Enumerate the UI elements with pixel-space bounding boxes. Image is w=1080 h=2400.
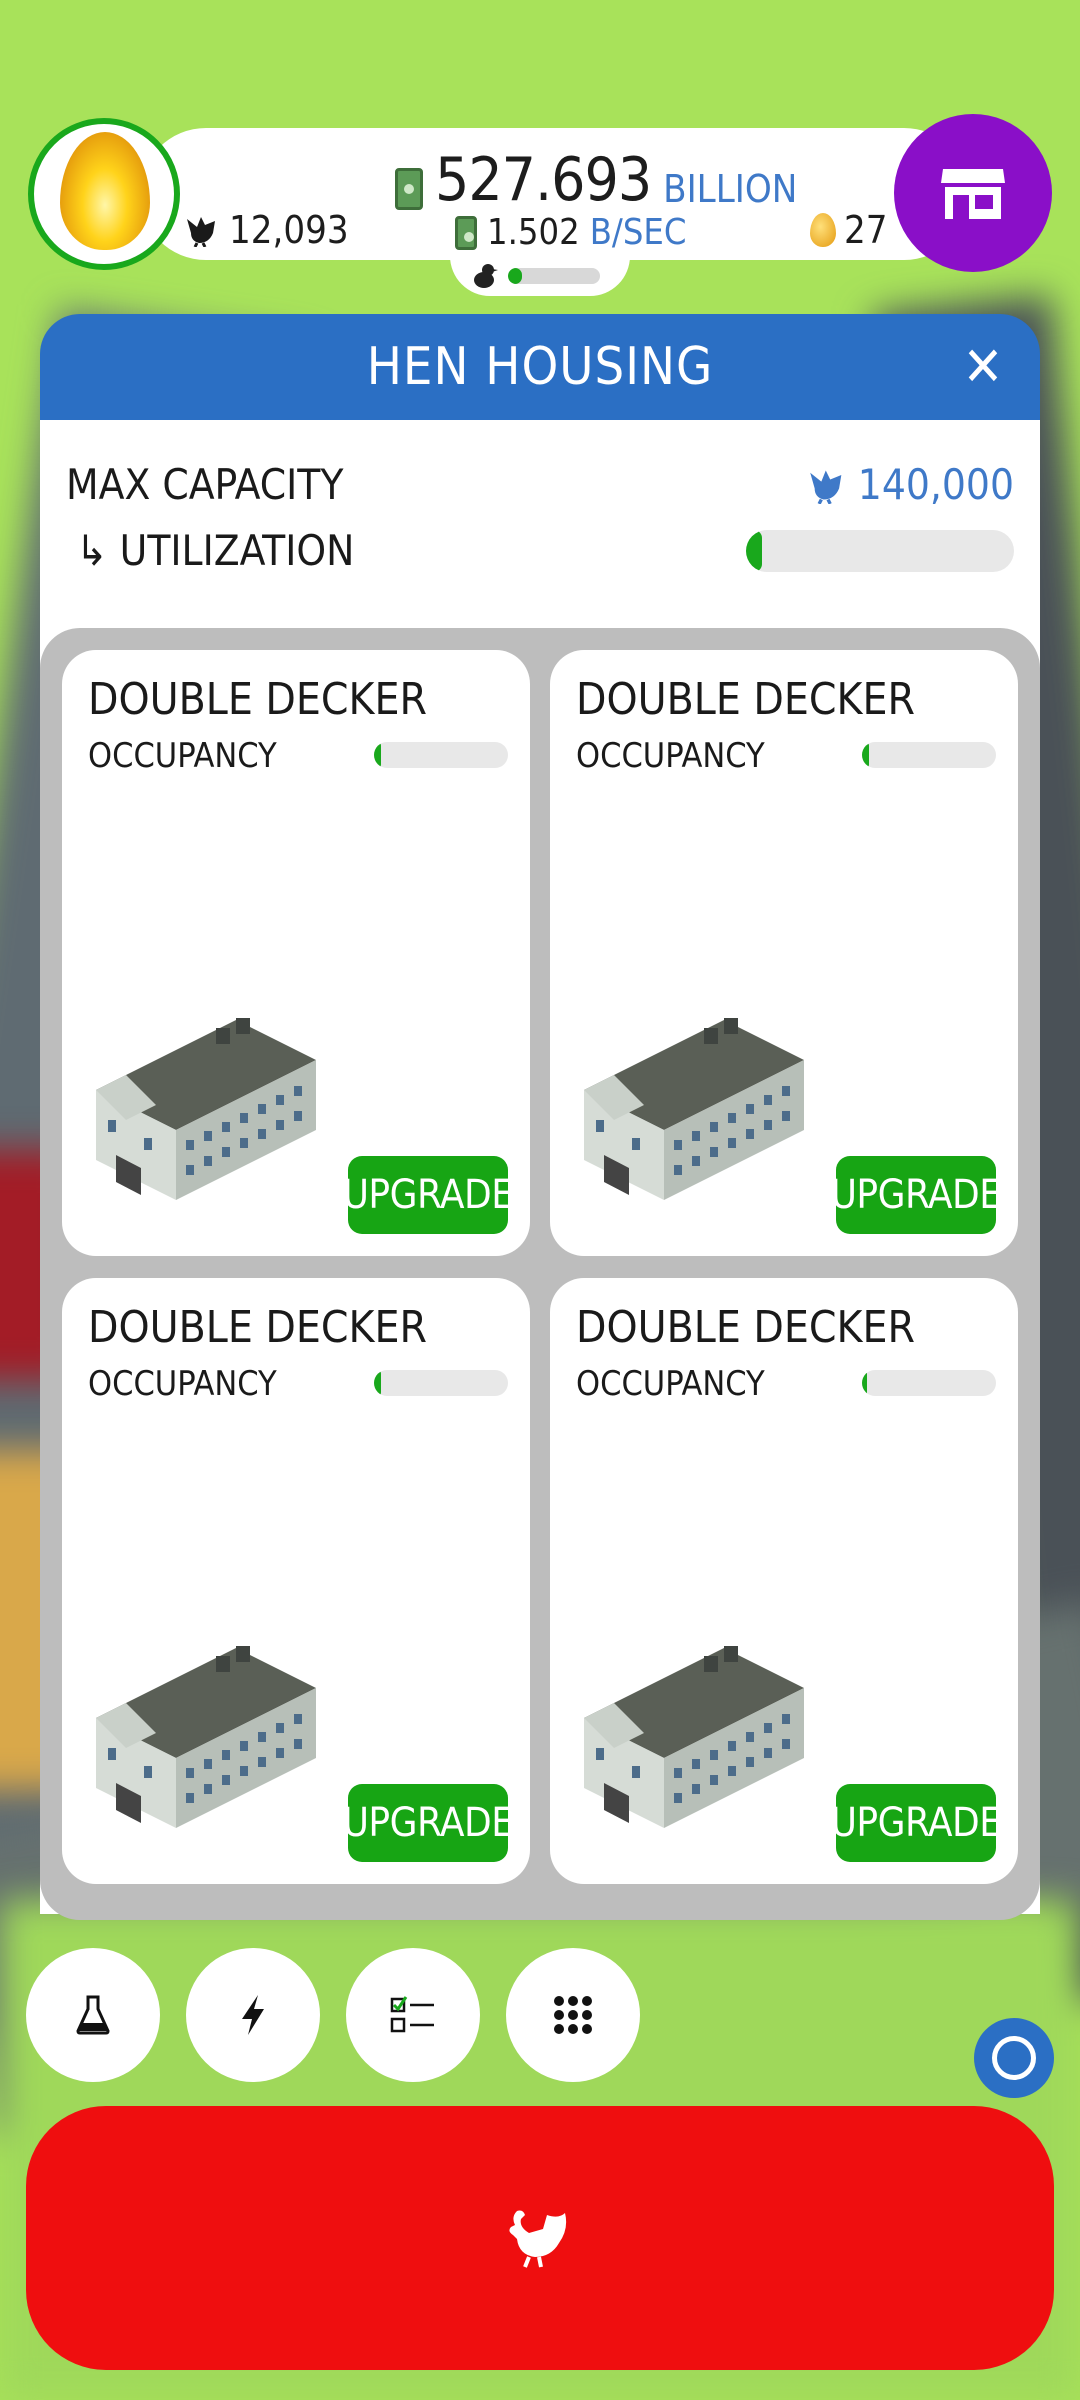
double-decker-building-icon [96,1018,316,1200]
occupancy-bar [374,1370,508,1396]
max-capacity-value: 140,000 [857,460,1014,509]
max-capacity-label: MAX CAPACITY [66,460,344,509]
boost-button[interactable] [186,1948,320,2082]
lightning-icon [242,1995,264,2035]
checklist-icon [390,1996,434,2033]
hatch-chicken-button[interactable] [26,2106,1054,2370]
money-display: 527.693 BILLION [395,140,797,210]
double-decker-building-icon [584,1018,804,1200]
modal-title: HEN HOUSING [366,337,714,397]
close-icon[interactable]: ✕ [956,340,1010,394]
occupancy-bar [862,1370,996,1396]
utilization-bar [746,530,1014,572]
max-capacity: 140,000 [808,460,1014,509]
hatch-progress-bar [508,268,600,284]
camera-toggle-button[interactable] [974,2018,1054,2098]
circle-icon [992,2036,1036,2080]
chicken-icon [810,470,842,504]
occupancy-fill [862,1370,868,1396]
chicken-silhouette-icon [187,217,215,247]
upgrade-button[interactable]: UPGRADE [831,1156,1002,1234]
house-card: DOUBLE DECKER OCCUPANCY UPGRADE [62,1278,530,1884]
double-decker-building-icon [96,1646,316,1828]
research-button[interactable] [26,1948,160,2082]
golden-egg-value: 27 [844,208,888,252]
cash-icon [395,168,423,210]
chicken-count: 12,093 [185,208,349,252]
utilization-label: ↳ UTILIZATION [76,526,355,575]
rate-unit: B/SEC [589,212,687,253]
upgrade-button[interactable]: UPGRADE [343,1784,514,1862]
modal-body: MAX CAPACITY ↳ UTILIZATION 140,000 DOUBL… [40,420,1040,1920]
occupancy-fill [374,1370,381,1396]
upgrade-button[interactable]: UPGRADE [343,1156,514,1234]
grid-menu-icon [554,1996,592,2034]
house-name: DOUBLE DECKER [88,674,428,725]
hen-housing-modal: HEN HOUSING ✕ MAX CAPACITY ↳ UTILIZATION… [40,314,1040,1920]
double-decker-building-icon [584,1646,804,1828]
house-name: DOUBLE DECKER [576,674,916,725]
house-name: DOUBLE DECKER [88,1302,428,1353]
cash-icon [455,215,477,250]
rate-value: 1.502 [487,212,580,253]
hatch-progress-fill [508,268,522,284]
flask-icon [76,1995,110,2035]
occupancy-fill [374,742,381,768]
housing-grid: DOUBLE DECKER OCCUPANCY UPGRADE DOUBLE D… [40,628,1040,1920]
occupancy-bar [374,742,508,768]
occupancy-label: OCCUPANCY [576,736,765,776]
missions-button[interactable] [346,1948,480,2082]
occupancy-label: OCCUPANCY [88,736,277,776]
chicken-count-value: 12,093 [229,208,349,252]
menu-button[interactable] [506,1948,640,2082]
modal-header: HEN HOUSING ✕ [40,314,1040,420]
golden-egg-count: 27 [810,208,888,252]
house-card: DOUBLE DECKER OCCUPANCY UPGRADE [62,650,530,1256]
chicken-icon [509,2210,567,2268]
upgrade-button[interactable]: UPGRADE [831,1784,1002,1862]
chick-icon [472,262,498,297]
money-value: 527.693 [435,145,652,215]
money-unit: BILLION [663,167,798,211]
utilization-fill [746,530,763,572]
house-name: DOUBLE DECKER [576,1302,916,1353]
shop-icon [941,169,1005,219]
golden-egg-icon [810,213,836,247]
shop-button[interactable] [894,114,1052,272]
house-card: DOUBLE DECKER OCCUPANCY UPGRADE [550,1278,1018,1884]
earning-rate: 1.502 B/SEC [455,212,687,253]
occupancy-bar [862,742,996,768]
occupancy-label: OCCUPANCY [576,1364,765,1404]
house-card: DOUBLE DECKER OCCUPANCY UPGRADE [550,650,1018,1256]
occupancy-fill [862,742,869,768]
occupancy-label: OCCUPANCY [88,1364,277,1404]
